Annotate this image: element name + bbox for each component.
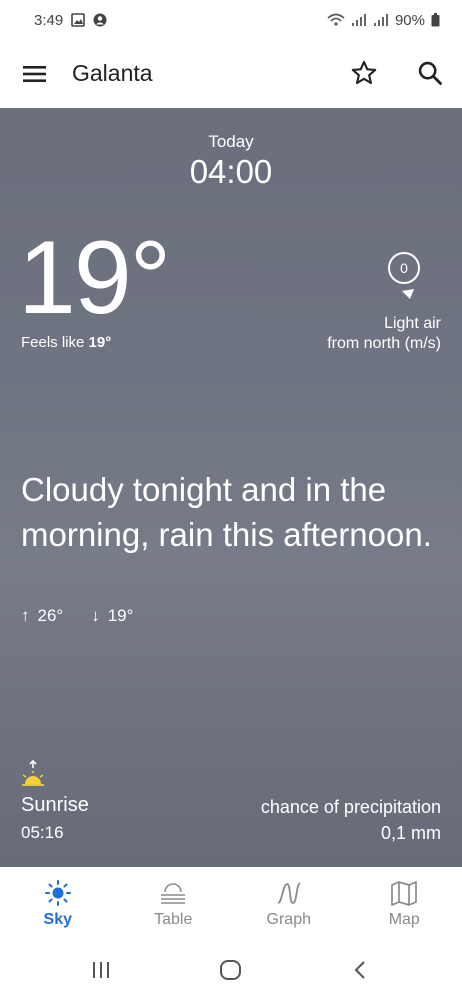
back-icon [355,961,365,979]
home-icon [220,960,241,980]
signal-icon [351,13,367,27]
hamburger-icon [23,66,46,82]
sunrise-time: 05:16 [21,823,64,842]
bottom-navigation: Sky Table Graph Map [0,867,462,939]
wind-line2: from north (m/s) [327,335,441,352]
account-icon [93,13,107,27]
feels-like-label: Feels like [21,334,89,351]
sun-icon [44,880,71,906]
nav-label-table: Table [154,911,193,928]
nav-label-map: Map [388,911,420,928]
max-temperature-value: 26° [37,606,64,625]
graph-icon [277,882,301,904]
recent-apps-button[interactable] [88,957,114,983]
search-icon [418,61,442,85]
wind-line1: Light air [384,315,441,332]
weather-hero[interactable]: Today 04:00 19° Feels like 19° 0 Light a… [0,108,462,867]
system-navigation-bar [0,939,462,1000]
location-title: Galanta [72,60,153,86]
table-icon [161,883,186,904]
nav-tab-graph[interactable]: Graph [231,867,347,939]
sunrise-label: Sunrise [21,794,89,816]
wifi-icon [327,13,345,27]
current-temperature: 19° [18,220,171,336]
star-icon [351,60,377,85]
menu-button[interactable] [22,62,48,86]
nav-label-sky: Sky [43,911,72,928]
app-bar: Galanta [0,40,462,108]
min-temperature-value: 19° [107,606,134,625]
max-temperature: ↑ 26° [21,606,63,626]
battery-icon [431,13,440,27]
temperature-range: ↑ 26° ↓ 19° [21,606,133,626]
recent-apps-icon [93,962,109,978]
favorite-button[interactable] [350,59,378,87]
home-button[interactable] [218,957,244,983]
wind-description: Light air from north (m/s) [327,314,441,354]
forecast-time: 04:00 [189,153,273,190]
forecast-date: Today [208,132,254,151]
nav-tab-map[interactable]: Map [347,867,462,939]
wind-direction-icon: 0 [386,251,426,301]
arrow-up-icon: ↑ [21,606,30,625]
gallery-icon [71,13,86,27]
arrow-down-icon: ↓ [91,606,100,625]
nav-tab-sky[interactable]: Sky [0,867,116,939]
sunrise-icon [20,759,46,788]
map-icon [391,881,418,906]
status-bar: 3:49 90% [0,0,462,40]
feels-like: Feels like 19° [21,334,111,351]
back-button[interactable] [348,957,374,983]
min-temperature: ↓ 19° [91,606,133,626]
precipitation-value: 0,1 mm [380,823,441,843]
signal-icon-2 [373,13,389,27]
feels-like-value: 19° [88,334,112,351]
precipitation-label: chance of precipitation [260,797,441,817]
battery-percent: 90% [394,11,425,29]
app-root: 3:49 90% Galanta Today 04:00 19° Feels l… [0,0,462,1000]
wind-speed: 0 [400,260,408,276]
forecast-summary: Cloudy tonight and in the morning, rain … [21,471,432,553]
search-button[interactable] [416,59,444,87]
status-time: 3:49 [34,11,64,29]
nav-label-graph: Graph [266,911,311,928]
nav-tab-table[interactable]: Table [116,867,232,939]
